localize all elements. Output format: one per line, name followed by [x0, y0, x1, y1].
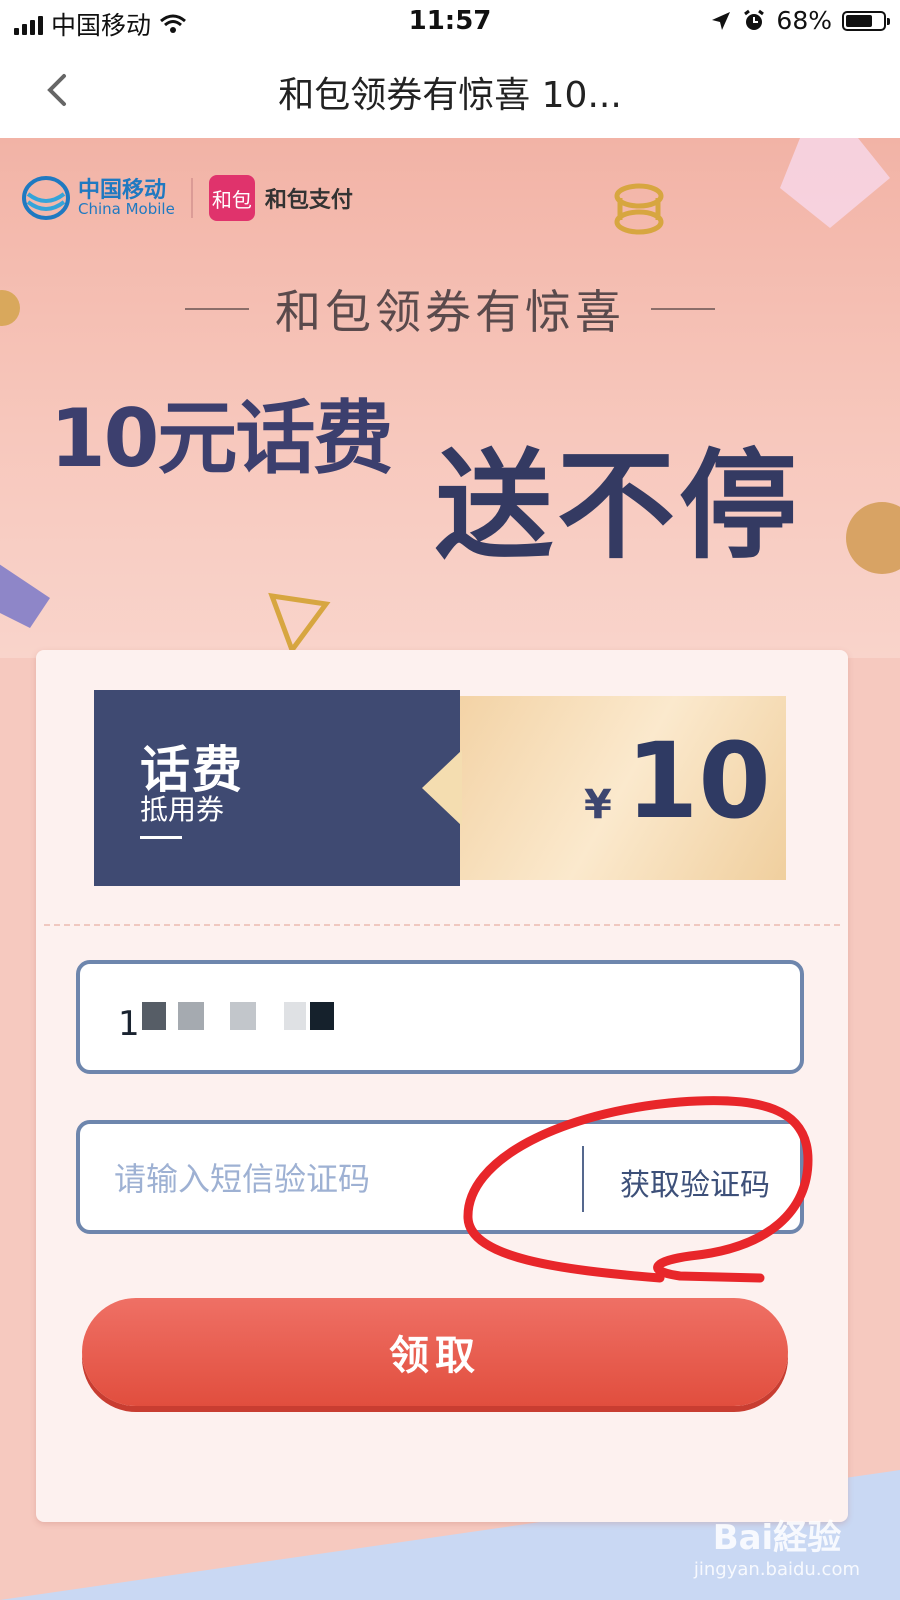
redacted-block — [142, 1002, 166, 1030]
redacted-block — [284, 1002, 306, 1030]
brand-name-en: China Mobile — [78, 199, 175, 218]
coupon-dash — [140, 836, 182, 839]
nav-bar: 和包领券有惊喜 10... — [0, 44, 900, 138]
promo-banner: 中国移动 China Mobile 和包 和包支付 和包领券有惊喜 10元话费 … — [0, 138, 900, 658]
logo-divider — [190, 178, 193, 218]
brand-logos: 中国移动 China Mobile 和包 和包支付 — [22, 174, 353, 222]
decor-gold-ball — [846, 502, 900, 574]
page-title: 和包领券有惊喜 10... — [278, 75, 622, 116]
coupon-amount: 10 — [626, 720, 771, 842]
hebao-logo-icon: 和包 — [208, 175, 255, 221]
coupon-notch — [422, 750, 462, 826]
sms-code-input[interactable] — [112, 1154, 556, 1204]
decor-line — [185, 308, 249, 310]
banner-subtitle: 和包领券有惊喜 — [275, 285, 625, 339]
back-button[interactable] — [30, 62, 86, 118]
brand-name-cn: 中国移动 — [78, 177, 167, 203]
status-bar: 中国移动 11:57 68% — [0, 0, 900, 44]
location-icon — [712, 11, 731, 30]
coupon-card: 话费 抵用券 ¥ 10 1 获取验证码 领取 — [36, 650, 848, 1522]
battery-percent: 68% — [776, 6, 832, 35]
watermark-main: Bai経验 — [712, 1518, 842, 1558]
perforation-divider — [44, 924, 840, 926]
decor-gold-ring — [614, 183, 664, 235]
watermark: Bai経验 jingyan.baidu.com — [694, 1510, 860, 1580]
coupon-currency: ¥ — [584, 782, 612, 828]
alarm-icon — [744, 9, 765, 30]
sms-code-field[interactable]: 获取验证码 — [76, 1120, 804, 1234]
chevron-left-icon — [47, 74, 66, 106]
redacted-block — [310, 1002, 334, 1030]
field-divider — [582, 1146, 584, 1212]
decor-line — [651, 308, 715, 310]
decor-purple-gem — [0, 564, 50, 628]
watermark-url: jingyan.baidu.com — [693, 1559, 860, 1580]
decor-gold-triangle — [268, 592, 331, 656]
banner-headline-2: 送不停 — [435, 436, 802, 575]
redacted-block — [230, 1002, 256, 1030]
china-mobile-logo-icon — [22, 176, 70, 220]
banner-headline-1: 10元话费 — [50, 392, 393, 485]
claim-button[interactable]: 领取 — [82, 1298, 788, 1406]
coupon-subtitle: 抵用券 — [140, 793, 225, 826]
decor-star — [780, 138, 890, 228]
phone-field[interactable]: 1 — [76, 960, 804, 1074]
hebao-brand-text: 和包支付 — [264, 188, 353, 213]
coupon: 话费 抵用券 ¥ 10 — [36, 650, 848, 920]
get-code-button[interactable]: 获取验证码 — [620, 1160, 770, 1204]
battery-icon — [842, 10, 890, 31]
redacted-block — [178, 1002, 204, 1030]
